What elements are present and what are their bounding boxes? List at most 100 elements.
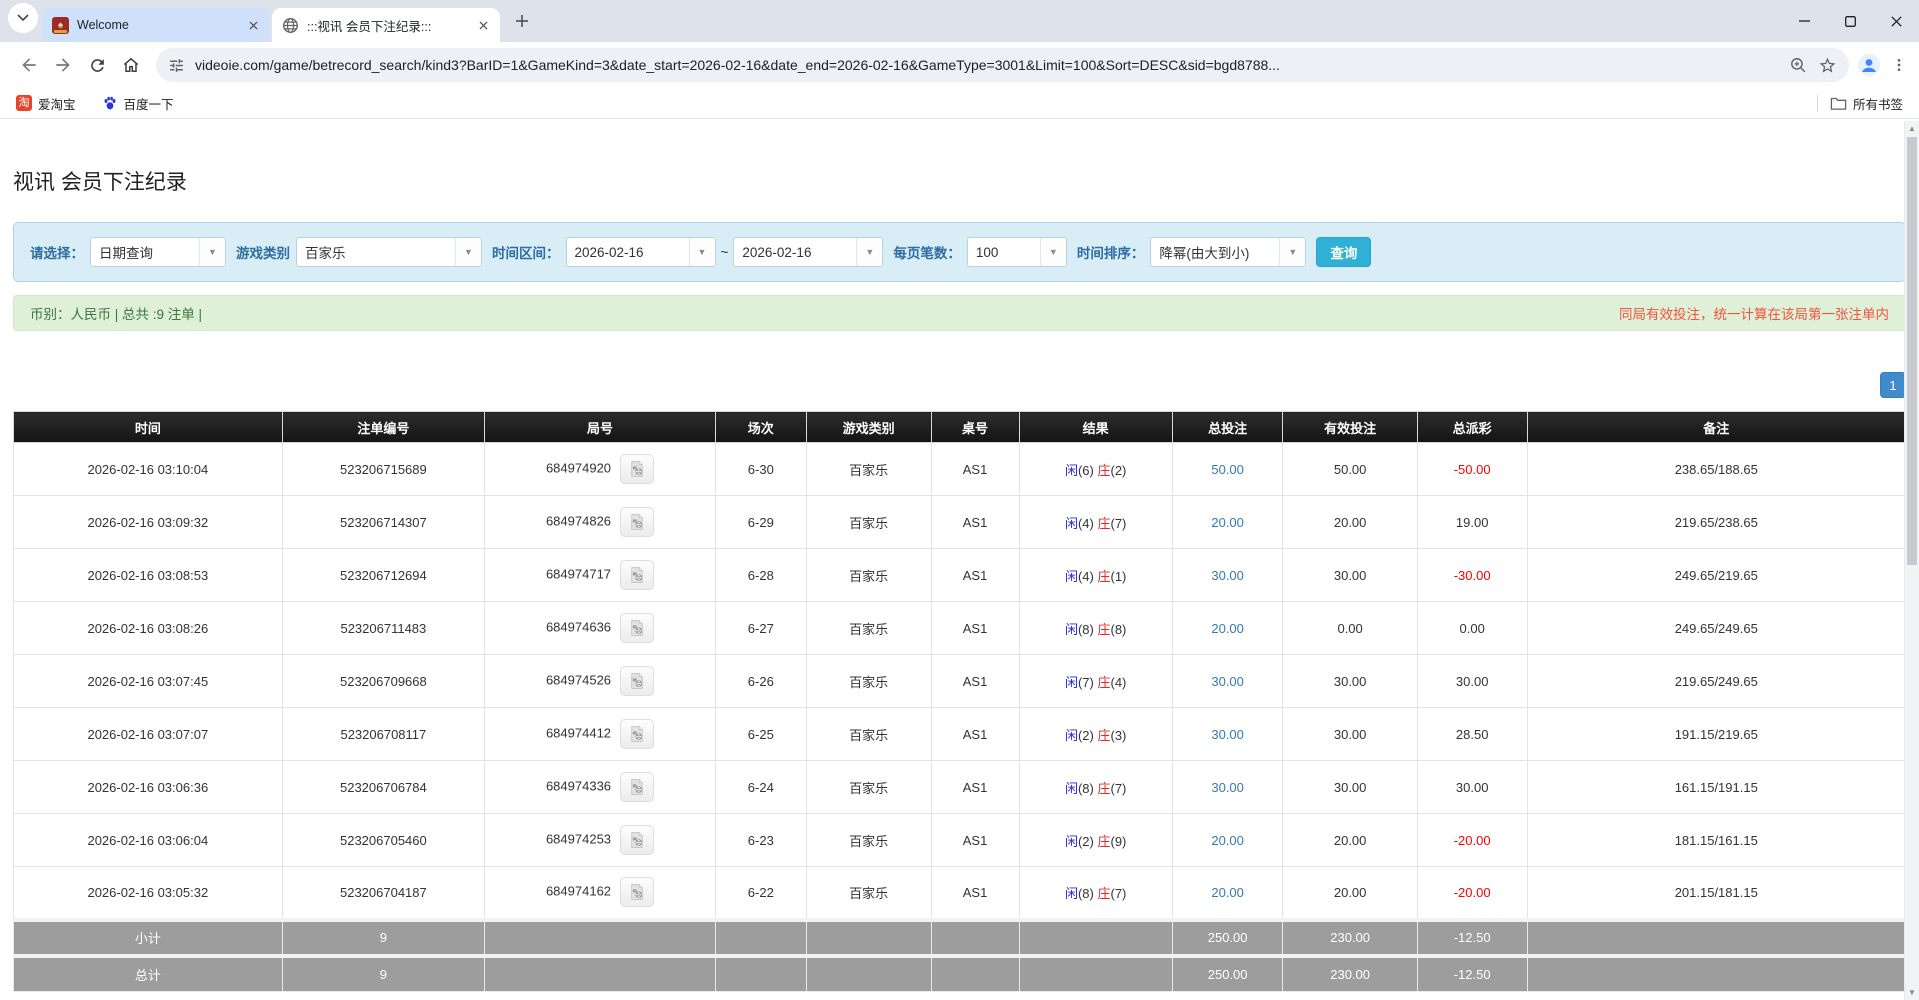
scrollbar-down-arrow-icon[interactable]: ▼	[1905, 985, 1919, 1000]
scrollbar-up-arrow-icon[interactable]: ▲	[1905, 121, 1919, 136]
cell-payout: -30.00	[1417, 549, 1527, 602]
tab-bet-record[interactable]: :::视讯 会员下注纪录:::	[272, 8, 500, 42]
cell-payout: -20.00	[1417, 814, 1527, 867]
reload-button[interactable]	[80, 48, 114, 82]
profile-avatar-icon[interactable]	[1857, 53, 1881, 77]
video-replay-button[interactable]	[620, 613, 654, 643]
subtotal-count: 9	[282, 920, 484, 956]
tab-close-icon[interactable]	[475, 17, 492, 34]
zoom-icon[interactable]	[1789, 56, 1808, 75]
result-player: 闲	[1065, 675, 1078, 690]
cell-time: 2026-02-16 03:07:07	[14, 708, 283, 761]
cell-payout: -50.00	[1417, 443, 1527, 496]
window-close-button[interactable]	[1873, 0, 1919, 42]
window-maximize-button[interactable]	[1827, 0, 1873, 42]
currency-total-text: 币别：人民币 | 总共 :9 注单 |	[30, 303, 202, 323]
page-number-button[interactable]: 1	[1880, 372, 1906, 398]
cell-round: 684974920	[485, 443, 716, 496]
result-banker-points: (2)	[1111, 463, 1127, 478]
bookmark-aitaobao[interactable]: 淘 爱淘宝	[12, 91, 80, 115]
cell-result: 闲(6) 庄(2)	[1019, 443, 1172, 496]
bookmark-star-icon[interactable]	[1818, 56, 1837, 75]
folder-icon	[1830, 96, 1847, 111]
table-row: 2026-02-16 03:08:26523206711483684974636…	[14, 602, 1906, 655]
cell-note: 249.65/249.65	[1527, 602, 1905, 655]
cell-payout: 28.50	[1417, 708, 1527, 761]
page-limit-select[interactable]: 100 ▼	[967, 237, 1067, 267]
page-title: 视讯 会员下注纪录	[13, 166, 1906, 196]
menu-dots-icon[interactable]	[1891, 57, 1907, 73]
video-replay-button[interactable]	[620, 825, 654, 855]
globe-favicon-icon	[282, 17, 299, 34]
cell-table: AS1	[931, 549, 1019, 602]
forward-button[interactable]	[46, 48, 80, 82]
filter-limit-label: 每页笔数：	[893, 242, 961, 262]
video-replay-button[interactable]	[620, 666, 654, 696]
table-row: 2026-02-16 03:09:32523206714307684974826…	[14, 496, 1906, 549]
browser-toolbar: videoie.com/game/betrecord_search/kind3?…	[0, 42, 1919, 88]
back-button[interactable]	[12, 48, 46, 82]
round-number: 684974717	[546, 566, 611, 581]
cell-bet-id: 523206706784	[282, 761, 484, 814]
video-replay-icon	[628, 778, 646, 796]
video-replay-icon	[628, 725, 646, 743]
time-sort-value: 降幂(由大到小)	[1151, 242, 1279, 262]
filter-panel: 请选择： 日期查询 ▼ 游戏类别 百家乐 ▼ 时间区间： 2026-02-16 …	[13, 222, 1906, 282]
cell-game: 百家乐	[806, 443, 931, 496]
cell-total-bet: 30.00	[1172, 549, 1283, 602]
video-replay-button[interactable]	[620, 719, 654, 749]
date-end-select[interactable]: 2026-02-16 ▼	[733, 237, 883, 267]
tab-close-icon[interactable]	[245, 17, 262, 34]
taobao-icon: 淘	[16, 95, 32, 111]
result-banker-points: (7)	[1111, 886, 1127, 901]
all-bookmarks-button[interactable]: 所有书签	[1826, 91, 1907, 115]
chevron-down-icon: ▼	[1040, 238, 1066, 266]
col-header-result: 结果	[1019, 412, 1172, 443]
date-start-select[interactable]: 2026-02-16 ▼	[566, 237, 716, 267]
cell-table: AS1	[931, 655, 1019, 708]
window-minimize-button[interactable]	[1781, 0, 1827, 42]
welcome-favicon-icon: ♠	[52, 17, 69, 34]
video-replay-button[interactable]	[620, 877, 654, 907]
video-replay-button[interactable]	[620, 454, 654, 484]
game-kind-select[interactable]: 百家乐 ▼	[296, 237, 482, 267]
cell-game: 百家乐	[806, 655, 931, 708]
tab-search-button[interactable]	[8, 3, 38, 33]
cell-session: 6-25	[715, 708, 806, 761]
cell-result: 闲(8) 庄(8)	[1019, 602, 1172, 655]
result-player: 闲	[1065, 622, 1078, 637]
cell-note: 219.65/249.65	[1527, 655, 1905, 708]
cell-game: 百家乐	[806, 761, 931, 814]
home-button[interactable]	[114, 48, 148, 82]
cell-game: 百家乐	[806, 496, 931, 549]
result-player: 闲	[1065, 569, 1078, 584]
new-tab-button[interactable]	[508, 7, 536, 35]
vertical-scrollbar[interactable]: ▲ ▼	[1904, 121, 1919, 1000]
result-banker: 庄	[1097, 569, 1110, 584]
total-total-bet: 250.00	[1172, 956, 1283, 992]
time-sort-select[interactable]: 降幂(由大到小) ▼	[1150, 237, 1306, 267]
video-replay-button[interactable]	[620, 772, 654, 802]
cell-game: 百家乐	[806, 549, 931, 602]
search-button[interactable]: 查询	[1316, 237, 1371, 267]
bookmark-baidu[interactable]: 百度一下	[98, 91, 178, 115]
scrollbar-thumb[interactable]	[1907, 137, 1917, 565]
cell-table: AS1	[931, 761, 1019, 814]
result-player-points: (4)	[1078, 569, 1094, 584]
cell-valid-bet: 30.00	[1283, 549, 1417, 602]
query-type-select[interactable]: 日期查询 ▼	[90, 237, 226, 267]
address-bar[interactable]: videoie.com/game/betrecord_search/kind3?…	[156, 48, 1849, 82]
video-replay-button[interactable]	[620, 560, 654, 590]
col-header-bet-id: 注单编号	[282, 412, 484, 443]
video-replay-button[interactable]	[620, 507, 654, 537]
result-banker: 庄	[1097, 834, 1110, 849]
cell-payout: 30.00	[1417, 761, 1527, 814]
tab-welcome[interactable]: ♠ Welcome	[42, 8, 270, 42]
result-banker: 庄	[1097, 516, 1110, 531]
round-number: 684974412	[546, 725, 611, 740]
page-content: 视讯 会员下注纪录 请选择： 日期查询 ▼ 游戏类别 百家乐 ▼ 时间区间： 2…	[0, 166, 1919, 992]
chevron-down-icon: ▼	[856, 238, 882, 266]
bet-table-body: 2026-02-16 03:10:04523206715689684974920…	[14, 443, 1906, 920]
filter-game-label: 游戏类别	[236, 242, 290, 262]
video-replay-icon	[628, 460, 646, 478]
